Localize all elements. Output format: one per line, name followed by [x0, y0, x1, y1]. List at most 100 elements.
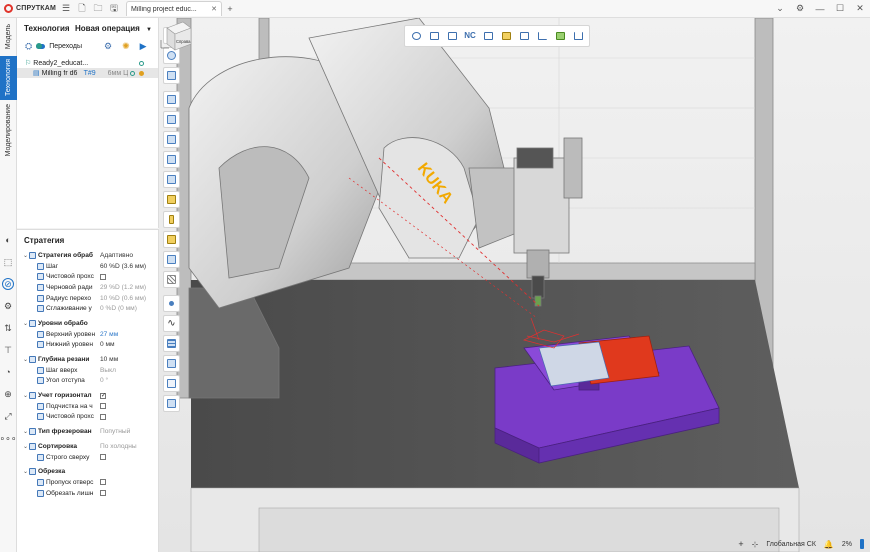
view-back-button[interactable]: [163, 111, 180, 128]
tab-milling-project[interactable]: Milling project educ... ✕: [126, 1, 222, 16]
close-window-icon[interactable]: ✕: [850, 1, 870, 17]
parameter-value[interactable]: Выкл: [100, 367, 116, 374]
parameter-group[interactable]: ⌄ Глубина резани 10 мм: [23, 354, 158, 365]
tab-close-icon[interactable]: ✕: [211, 5, 217, 13]
view-cube-button[interactable]: [163, 67, 180, 84]
maximize-icon[interactable]: ☐: [830, 1, 850, 17]
vtab-modeling[interactable]: Моделирование: [0, 104, 17, 156]
bell-icon[interactable]: 🔔: [824, 540, 834, 549]
parameter-row[interactable]: Черновой ради 29 %D (1.2 мм): [23, 282, 158, 293]
parameter-group[interactable]: ⌄ Сортировка По холодны: [23, 441, 158, 452]
view-bottom-button[interactable]: [163, 151, 180, 168]
parameter-value[interactable]: 60 %D (3.6 мм): [100, 263, 146, 270]
strategy-icon[interactable]: ⊘: [2, 278, 14, 290]
show-points-button[interactable]: [163, 295, 180, 312]
parameter-value[interactable]: 0 %D (0 мм): [100, 305, 137, 312]
add-icon[interactable]: +: [738, 539, 743, 549]
parameter-value[interactable]: 29 %D (1.2 мм): [100, 284, 146, 291]
inspect-button[interactable]: [427, 29, 441, 43]
vtab-model[interactable]: Модель: [0, 20, 17, 54]
parameter-checkbox[interactable]: [100, 273, 106, 280]
show-fixture-button[interactable]: [163, 251, 180, 268]
parameter-group[interactable]: ⌄ Обрезка: [23, 466, 158, 477]
feeds-icon[interactable]: ◔: [2, 366, 14, 378]
tool-library-button[interactable]: [553, 29, 567, 43]
parameter-value[interactable]: 0 мм: [100, 341, 115, 348]
parameters-icon[interactable]: ⚙: [2, 300, 14, 312]
show-pattern-button[interactable]: [163, 271, 180, 288]
report-button[interactable]: [517, 29, 531, 43]
navigation-cube[interactable]: Справа: [159, 18, 195, 54]
gear-icon[interactable]: ⚙: [104, 41, 112, 52]
statistics-button[interactable]: [571, 29, 585, 43]
parameter-row[interactable]: Пропуск отверс: [23, 477, 158, 488]
measure-button[interactable]: [409, 29, 423, 43]
show-tool-button[interactable]: [163, 191, 180, 208]
parameter-checkbox[interactable]: [100, 392, 106, 399]
postprocess-button[interactable]: [481, 29, 495, 43]
view-top-button[interactable]: [163, 131, 180, 148]
parameter-group[interactable]: ⌄ Тип фрезерован Попутный: [23, 426, 158, 437]
transparency-button[interactable]: [163, 375, 180, 392]
material-icon[interactable]: ◐: [2, 234, 14, 246]
show-curves-button[interactable]: ∿: [163, 315, 180, 332]
settings-gear-icon[interactable]: ⚙: [790, 1, 810, 17]
transitions-toggle[interactable]: [36, 42, 46, 49]
show-grid-button[interactable]: [163, 335, 180, 352]
menu-icon[interactable]: ☰: [58, 1, 74, 17]
save-icon[interactable]: 🖫: [106, 1, 122, 17]
parameter-value[interactable]: 27 мм: [100, 331, 118, 338]
pattern-icon[interactable]: ⊕: [2, 388, 14, 400]
more-icon[interactable]: ∘∘∘: [0, 432, 16, 444]
parameter-group[interactable]: ⌄ Учет горизонтал: [23, 390, 158, 401]
parameter-row[interactable]: Угол отступа 0 °: [23, 376, 158, 387]
axes-icon[interactable]: ⤢: [2, 410, 14, 422]
parameter-row[interactable]: Шаг 60 %D (3.6 мм): [23, 261, 158, 272]
parameter-value[interactable]: 0 °: [100, 377, 108, 384]
parameter-checkbox[interactable]: [100, 454, 106, 461]
parameter-row[interactable]: Верхний уровен 27 мм: [23, 329, 158, 340]
parameter-group[interactable]: ⌄ Стратегия обраб Адаптивно: [23, 250, 158, 261]
parameter-row[interactable]: Нижний уровен 0 мм: [23, 340, 158, 351]
sun-icon[interactable]: ✺: [122, 41, 130, 52]
parameter-row[interactable]: Радиус перехо 10 %D (0.6 мм): [23, 293, 158, 304]
render-button[interactable]: [163, 395, 180, 412]
parameter-checkbox[interactable]: [100, 413, 106, 420]
tool-icon[interactable]: ⊤: [2, 344, 14, 356]
parameter-row[interactable]: Чистовой прохс: [23, 271, 158, 282]
view-front-button[interactable]: [163, 91, 180, 108]
view-left-button[interactable]: [163, 171, 180, 188]
simulation-button[interactable]: [499, 29, 513, 43]
parameter-checkbox[interactable]: [100, 479, 106, 486]
parameter-value[interactable]: Адаптивно: [100, 252, 133, 259]
minimize-icon[interactable]: —: [810, 1, 830, 17]
links-icon[interactable]: ⇅: [2, 322, 14, 334]
machine-icon[interactable]: ⛭: [25, 41, 32, 52]
parameter-checkbox[interactable]: [100, 490, 106, 497]
parameter-row[interactable]: Чистовой прохс: [23, 412, 158, 423]
chart-button[interactable]: [535, 29, 549, 43]
parameter-row[interactable]: Обрезать лишн: [23, 488, 158, 499]
section-button[interactable]: [163, 355, 180, 372]
show-holder-button[interactable]: [163, 211, 180, 228]
tree-item-operation[interactable]: ▤ Milling fr d6 T#9 6мм Ц: [17, 68, 158, 78]
parameter-row[interactable]: Подчистка на ч: [23, 401, 158, 412]
add-tab-icon[interactable]: +: [222, 1, 238, 17]
parameter-row[interactable]: Строго сверху: [23, 452, 158, 463]
parameter-checkbox[interactable]: [100, 403, 106, 410]
parameter-value[interactable]: 10 %D (0.6 мм): [100, 295, 146, 302]
play-icon[interactable]: ▶: [140, 41, 147, 52]
new-operation-button[interactable]: Новая операция ▼: [75, 24, 152, 33]
parameter-row[interactable]: Сглаживание у 0 %D (0 мм): [23, 303, 158, 314]
parameter-group[interactable]: ⌄ Уровни обрабо: [23, 318, 158, 329]
tree-item-project[interactable]: ⚐ Ready2_educat...: [25, 58, 158, 68]
parameter-row[interactable]: Шаг вверх Выкл: [23, 365, 158, 376]
chevron-down-icon[interactable]: ⌄: [770, 1, 790, 17]
nc-code-button[interactable]: NC: [463, 29, 477, 43]
workpiece-icon[interactable]: ⬚: [2, 256, 14, 268]
new-file-icon[interactable]: 🗋: [74, 1, 90, 17]
vtab-technology[interactable]: Технология: [0, 56, 17, 100]
zoom-slider[interactable]: [860, 539, 864, 549]
parameter-value[interactable]: По холодны: [100, 443, 137, 450]
open-folder-icon[interactable]: 🗀: [90, 1, 106, 17]
